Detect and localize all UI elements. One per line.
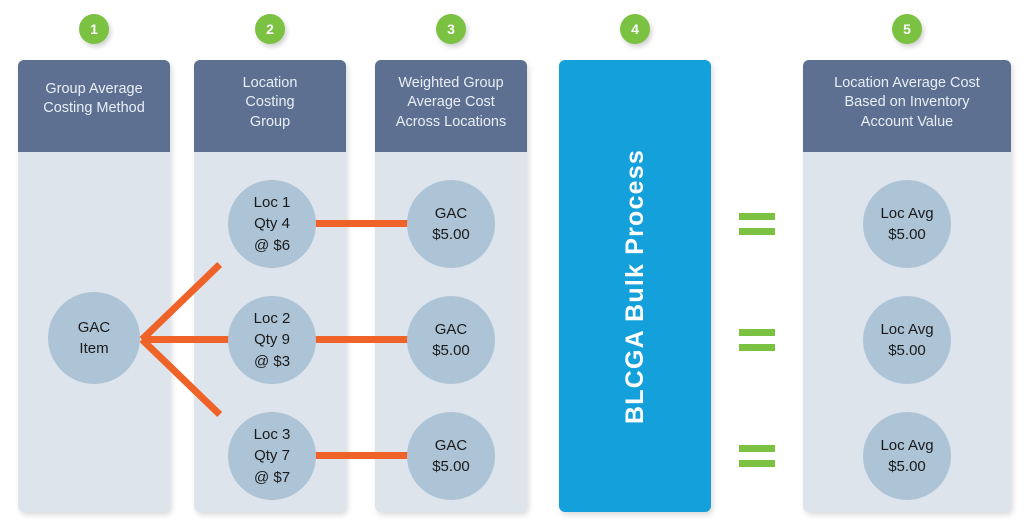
node-location-average-1: Loc Avg $5.00: [863, 180, 951, 268]
node-location-average-1-line2: $5.00: [888, 226, 926, 243]
node-location-1-line1: Loc 1: [253, 194, 291, 212]
node-location-2: Loc 2 Qty 9 @ $3: [228, 296, 316, 384]
node-location-3-line3: @ $7: [253, 468, 291, 486]
step-badge-5: 5: [892, 14, 922, 44]
node-gac-item: GAC Item: [48, 292, 140, 384]
node-location-2-line1: Loc 2: [253, 310, 291, 328]
step-badge-3-label: 3: [447, 21, 455, 37]
equals-sign-2: [739, 329, 775, 351]
step-badge-2-label: 2: [266, 21, 274, 37]
panel-5-title: Location Average Cost Based on Inventory…: [803, 60, 1011, 152]
panel-blcga-bulk-process: BLCGA Bulk Process: [559, 60, 711, 512]
step-badge-1-label: 1: [90, 21, 98, 37]
node-gac-result-1-line1: GAC: [434, 204, 468, 222]
node-location-average-2: Loc Avg $5.00: [863, 296, 951, 384]
equals-sign-1: [739, 213, 775, 235]
step-badge-2: 2: [255, 14, 285, 44]
panel-2-title: Location Costing Group: [194, 60, 346, 152]
node-location-3-line2: Qty 7: [254, 447, 290, 465]
node-gac-result-3-line2: $5.00: [432, 458, 470, 475]
node-location-average-3-line1: Loc Avg: [880, 436, 934, 454]
equals-sign-1-bar-top: [739, 213, 775, 220]
equals-sign-3: [739, 445, 775, 467]
panel-1-title: Group Average Costing Method: [18, 60, 170, 152]
node-location-2-line3: @ $3: [253, 352, 291, 370]
node-location-1: Loc 1 Qty 4 @ $6: [228, 180, 316, 268]
node-location-average-3: Loc Avg $5.00: [863, 412, 951, 500]
connector-loc3-to-gac3: [314, 452, 410, 459]
node-location-average-2-line1: Loc Avg: [880, 320, 934, 338]
node-gac-result-3-line1: GAC: [434, 436, 468, 454]
step-badge-5-label: 5: [903, 21, 911, 37]
equals-sign-2-bar-top: [739, 329, 775, 336]
node-gac-item-line1: GAC: [77, 318, 111, 336]
node-location-3-line1: Loc 3: [253, 426, 291, 444]
node-gac-item-line2: Item: [79, 340, 109, 357]
equals-sign-3-bar-top: [739, 445, 775, 452]
step-badge-4-label: 4: [631, 21, 639, 37]
diagram-canvas: 1 2 3 4 5 Group Average Costing Method L…: [0, 0, 1024, 529]
node-gac-result-2-line2: $5.00: [432, 342, 470, 359]
equals-sign-2-bar-bottom: [739, 344, 775, 351]
node-gac-result-3: GAC $5.00: [407, 412, 495, 500]
panel-group-average-costing-method: Group Average Costing Method: [18, 60, 170, 512]
node-location-1-line3: @ $6: [253, 236, 291, 254]
node-location-average-3-line2: $5.00: [888, 458, 926, 475]
node-gac-result-2: GAC $5.00: [407, 296, 495, 384]
connector-gac-to-loc2: [142, 336, 236, 343]
connector-loc2-to-gac2: [314, 336, 410, 343]
node-location-average-1-line1: Loc Avg: [880, 204, 934, 222]
node-location-1-line2: Qty 4: [254, 215, 290, 233]
node-gac-result-1-line2: $5.00: [432, 226, 470, 243]
panel-3-title: Weighted Group Average Cost Across Locat…: [375, 60, 527, 152]
node-location-average-2-line2: $5.00: [888, 342, 926, 359]
node-location-3: Loc 3 Qty 7 @ $7: [228, 412, 316, 500]
connector-loc1-to-gac1: [314, 220, 410, 227]
equals-sign-1-bar-bottom: [739, 228, 775, 235]
node-gac-result-1: GAC $5.00: [407, 180, 495, 268]
node-gac-result-2-line1: GAC: [434, 320, 468, 338]
equals-sign-3-bar-bottom: [739, 460, 775, 467]
step-badge-3: 3: [436, 14, 466, 44]
blcga-bulk-process-label: BLCGA Bulk Process: [620, 148, 649, 424]
step-badge-4: 4: [620, 14, 650, 44]
step-badge-1: 1: [79, 14, 109, 44]
node-location-2-line2: Qty 9: [254, 331, 290, 349]
